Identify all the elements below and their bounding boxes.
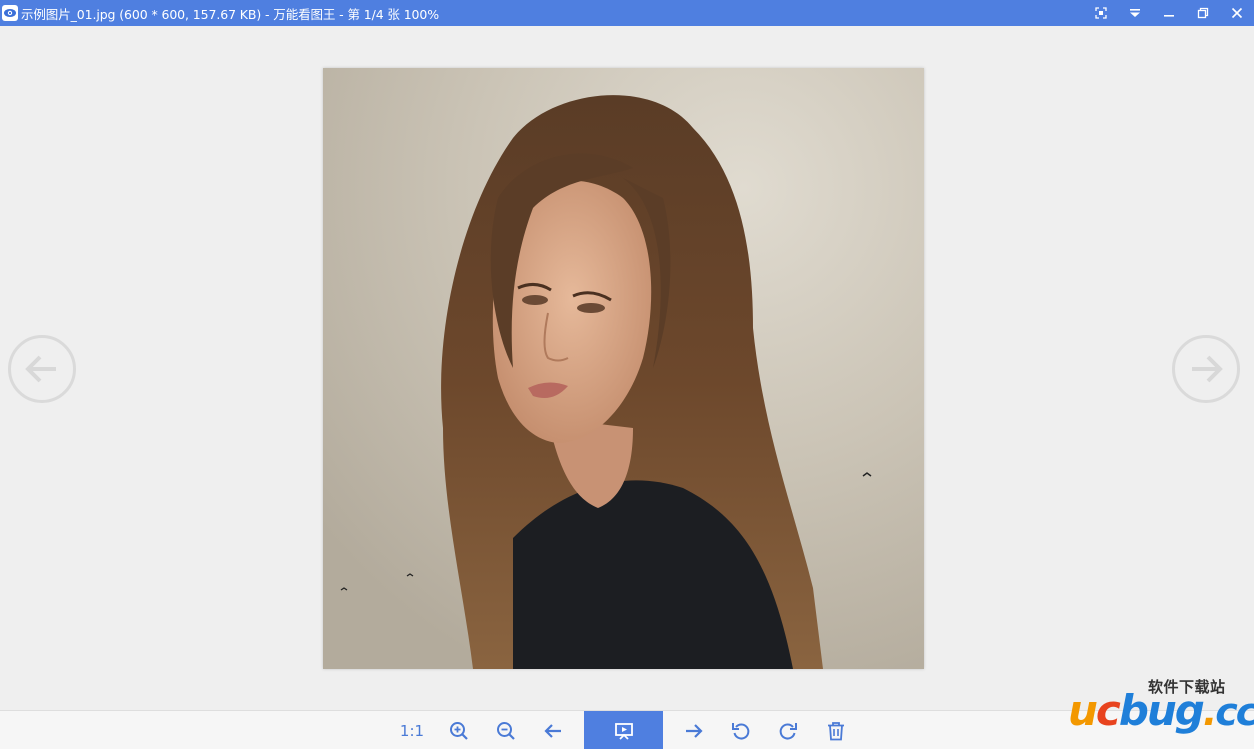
arrow-left-circle-icon <box>25 355 56 383</box>
image-viewer <box>0 26 1254 710</box>
app-logo-icon <box>2 5 18 21</box>
arrow-right-circle-icon <box>1192 355 1223 383</box>
next-icon <box>686 723 703 738</box>
previous-icon <box>544 723 561 738</box>
delete-button[interactable] <box>814 711 858 749</box>
actual-size-button[interactable]: 1:1 <box>390 711 434 749</box>
rotate-right-icon <box>779 722 797 739</box>
menu-dropdown-button[interactable] <box>1118 0 1152 26</box>
rotate-right-button[interactable] <box>766 711 810 749</box>
fullscreen-icon <box>1095 7 1107 19</box>
site-watermark: 软件下载站 ucbug.cc <box>1068 676 1254 749</box>
zoom-out-icon <box>497 721 515 740</box>
menu-dropdown-icon <box>1130 9 1140 17</box>
rotate-left-icon <box>732 722 750 739</box>
delete-icon <box>828 721 844 740</box>
close-button[interactable] <box>1220 0 1254 26</box>
zoom-out-button[interactable] <box>484 711 528 749</box>
rotate-left-button[interactable] <box>719 711 763 749</box>
logo-bug: bug <box>1118 686 1205 735</box>
previous-image-arrow[interactable] <box>8 335 76 403</box>
displayed-photo <box>323 68 924 669</box>
restore-icon <box>1197 7 1209 19</box>
next-button[interactable] <box>672 711 716 749</box>
window-controls <box>1084 0 1254 26</box>
logo-c: c <box>1095 686 1121 735</box>
zoom-in-icon <box>450 721 468 740</box>
minimize-icon <box>1164 15 1174 17</box>
minimize-button[interactable] <box>1152 0 1186 26</box>
watermark-logo: ucbug.cc <box>1068 686 1254 735</box>
logo-dot: . <box>1202 690 1218 734</box>
close-icon <box>1231 7 1243 19</box>
next-image-arrow[interactable] <box>1172 335 1240 403</box>
woman-portrait-photo <box>323 68 924 669</box>
previous-button[interactable] <box>531 711 575 749</box>
restore-button[interactable] <box>1186 0 1220 26</box>
bottom-toolbar: 1:1 <box>0 710 1254 749</box>
slideshow-icon <box>614 722 633 740</box>
logo-u: u <box>1068 686 1098 735</box>
window-title: 示例图片_01.jpg (600 * 600, 157.67 KB) - 万能看… <box>21 6 440 22</box>
logo-cc: cc <box>1215 690 1254 734</box>
fullscreen-button[interactable] <box>1084 0 1118 26</box>
actual-size-label: 1:1 <box>399 721 425 740</box>
zoom-in-button[interactable] <box>437 711 481 749</box>
title-bar: 示例图片_01.jpg (600 * 600, 157.67 KB) - 万能看… <box>0 0 1254 26</box>
slideshow-button[interactable] <box>584 711 663 749</box>
